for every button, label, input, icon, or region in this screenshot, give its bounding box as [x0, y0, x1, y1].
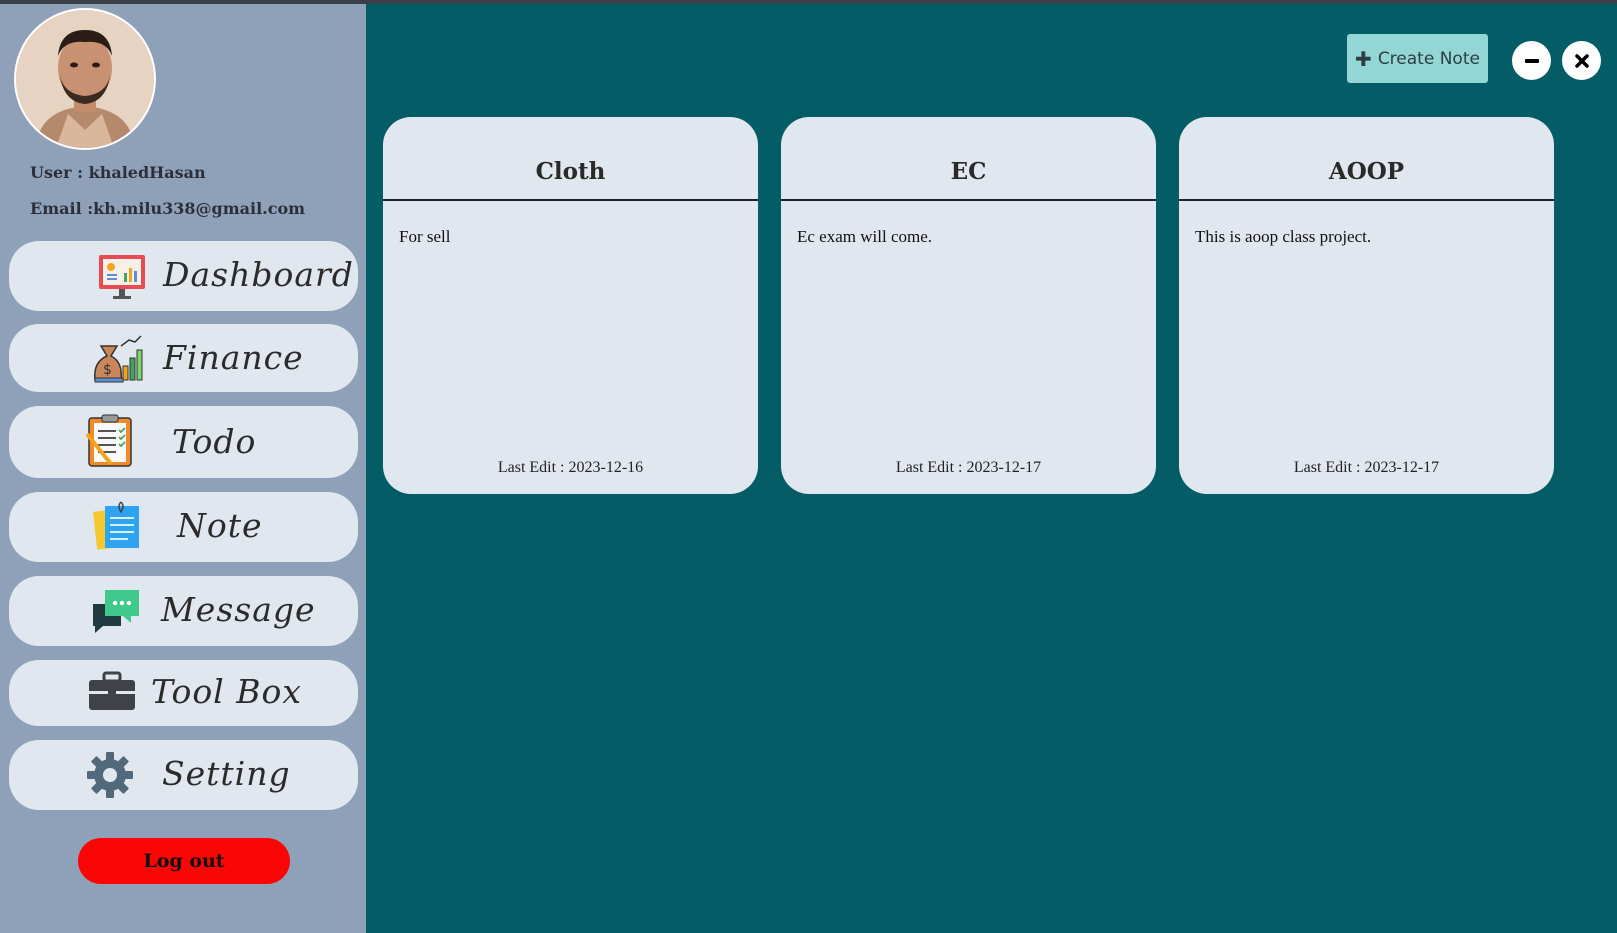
sidebar-item-setting[interactable]: Setting: [9, 740, 358, 810]
create-note-button[interactable]: ✚ Create Note: [1347, 34, 1488, 83]
toolbox-icon: [87, 670, 137, 718]
note-title: Cloth: [383, 117, 758, 201]
sidebar-item-label: Setting: [162, 754, 291, 793]
sticky-note-icon: [93, 500, 143, 550]
user-email: Email :kh.milu338@gmail.com: [30, 199, 306, 218]
sidebar-item-label: Note: [177, 506, 263, 545]
sidebar-item-label: Dashboard: [163, 255, 354, 294]
sidebar-item-finance[interactable]: $ Finance: [9, 324, 358, 392]
sidebar-item-note[interactable]: Note: [9, 492, 358, 562]
sidebar-item-label: Message: [161, 590, 316, 629]
user-avatar: [14, 8, 156, 150]
note-card[interactable]: EC Ec exam will come. Last Edit : 2023-1…: [781, 117, 1156, 494]
create-note-label: Create Note: [1377, 48, 1480, 69]
sidebar-item-label: Todo: [172, 422, 257, 461]
close-button[interactable]: [1562, 41, 1601, 80]
dashboard-icon: [97, 253, 147, 301]
close-icon: [1574, 53, 1589, 68]
note-body: For sell: [399, 227, 451, 246]
svg-text:$: $: [103, 362, 112, 378]
todo-clipboard-icon: [85, 414, 135, 467]
user-name: User : khaledHasan: [30, 163, 206, 182]
sidebar-item-toolbox[interactable]: Tool Box: [9, 660, 358, 726]
message-bubble-icon: [91, 586, 141, 634]
sidebar-item-label: Finance: [163, 338, 304, 377]
gear-icon: [86, 751, 136, 799]
minimize-button[interactable]: [1512, 41, 1551, 80]
note-last-edit: Last Edit : 2023-12-17: [1293, 459, 1440, 476]
note-last-edit: Last Edit : 2023-12-16: [497, 459, 644, 476]
minus-icon: [1524, 58, 1539, 63]
sidebar-item-label: Tool Box: [151, 672, 302, 711]
note-last-edit: Last Edit : 2023-12-17: [895, 459, 1042, 476]
logout-button[interactable]: Log out: [78, 838, 290, 884]
sidebar-item-message[interactable]: Message: [9, 576, 358, 646]
note-title: AOOP: [1179, 117, 1554, 201]
sidebar-item-todo[interactable]: Todo: [9, 406, 358, 478]
plus-icon: ✚: [1355, 46, 1372, 71]
note-body: Ec exam will come.: [797, 227, 933, 246]
sidebar-item-dashboard[interactable]: Dashboard: [9, 241, 358, 311]
note-body: This is aoop class project.: [1195, 227, 1372, 246]
note-title: EC: [781, 117, 1156, 201]
note-card[interactable]: AOOP This is aoop class project. Last Ed…: [1179, 117, 1554, 494]
note-card[interactable]: Cloth For sell Last Edit : 2023-12-16: [383, 117, 758, 494]
finance-icon: $: [91, 332, 143, 383]
sidebar: User : khaledHasan Email :kh.milu338@gma…: [0, 4, 366, 933]
